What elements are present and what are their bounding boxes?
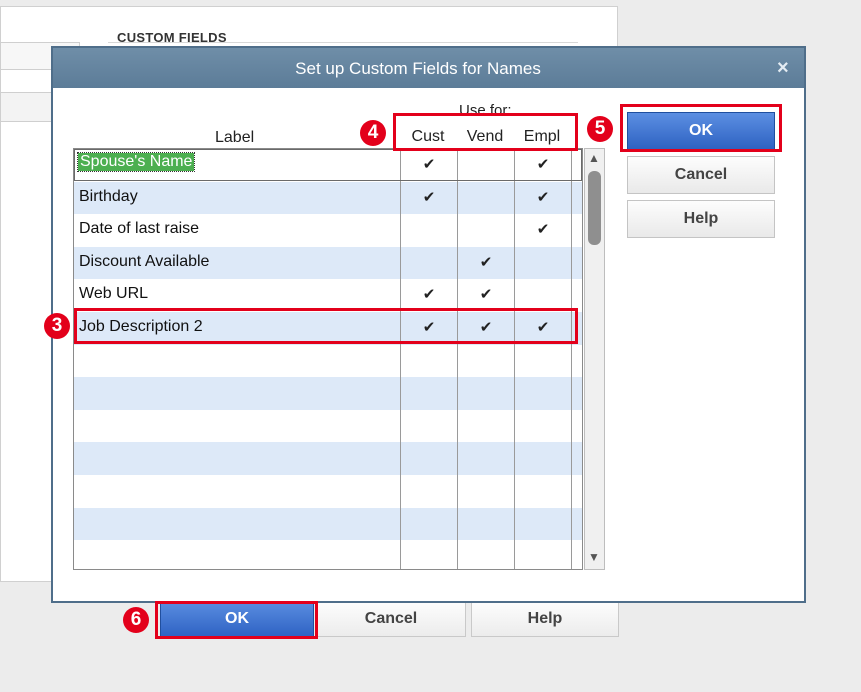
table-row[interactable] <box>74 507 582 541</box>
table-row[interactable] <box>74 442 582 475</box>
cust-checkbox[interactable]: ✔ <box>401 318 457 336</box>
empl-column-header: Empl <box>523 128 561 145</box>
step-badge-3: 3 <box>44 313 70 339</box>
table-row[interactable] <box>74 475 582 508</box>
cust-checkbox[interactable]: ✔ <box>401 285 457 303</box>
label-cell[interactable]: Discount Available <box>79 253 209 271</box>
step-badge-4: 4 <box>360 120 386 146</box>
table-row[interactable] <box>74 540 582 569</box>
custom-fields-table: Spouse's Name ✔ ✔ Birthday ✔ ✔ Date of last ra… <box>73 148 583 570</box>
help-button[interactable]: Help <box>627 200 775 238</box>
background-cancel-button[interactable]: Cancel <box>316 601 466 637</box>
empl-checkbox[interactable]: ✔ <box>515 155 571 173</box>
table-row[interactable]: Job Description 2 ✔ ✔ ✔ <box>74 312 582 345</box>
table-row[interactable]: Spouse's Name ✔ ✔ <box>74 149 582 182</box>
ok-button[interactable]: OK <box>627 112 775 150</box>
column-divider <box>400 149 401 569</box>
cust-checkbox[interactable]: ✔ <box>401 188 457 206</box>
table-row[interactable]: Web URL ✔ ✔ <box>74 279 582 312</box>
cancel-button[interactable]: Cancel <box>627 156 775 194</box>
empl-checkbox[interactable]: ✔ <box>515 188 571 206</box>
label-cell[interactable]: Date of last raise <box>79 220 199 238</box>
label-cell-editing[interactable]: Spouse's Name <box>76 152 196 172</box>
column-divider <box>514 149 515 569</box>
scroll-up-icon[interactable]: ▲ <box>588 151 600 165</box>
label-column-header: Label <box>215 129 255 146</box>
step-badge-5: 5 <box>587 116 613 142</box>
close-icon[interactable]: × <box>777 57 789 80</box>
step-badge-6: 6 <box>123 607 149 633</box>
label-cell[interactable]: Birthday <box>79 188 138 206</box>
table-scrollbar[interactable]: ▲ ▼ <box>584 148 605 570</box>
vend-checkbox[interactable]: ✔ <box>458 285 514 303</box>
table-row[interactable]: Birthday ✔ ✔ <box>74 181 582 215</box>
background-ok-button[interactable]: OK <box>160 601 314 637</box>
background-help-button[interactable]: Help <box>471 601 619 637</box>
table-row[interactable]: Date of last raise ✔ <box>74 214 582 247</box>
label-cell[interactable]: Web URL <box>79 285 148 303</box>
use-for-label: Use for: <box>459 102 512 119</box>
vend-checkbox[interactable]: ✔ <box>458 253 514 271</box>
table-row[interactable] <box>74 377 582 410</box>
empl-checkbox[interactable]: ✔ <box>515 220 571 238</box>
scroll-thumb[interactable] <box>588 171 601 245</box>
dialog-title: Set up Custom Fields for Names <box>295 59 541 78</box>
table-row[interactable] <box>74 345 582 378</box>
cust-column-header: Cust <box>411 128 445 145</box>
table-row[interactable]: Discount Available ✔ <box>74 246 582 280</box>
custom-fields-dialog: Set up Custom Fields for Names × Use for… <box>51 46 806 603</box>
vend-column-header: Vend <box>466 128 504 145</box>
dialog-titlebar: Set up Custom Fields for Names × <box>53 48 804 88</box>
vend-checkbox[interactable]: ✔ <box>458 318 514 336</box>
cust-checkbox[interactable]: ✔ <box>401 155 457 173</box>
label-cell[interactable]: Job Description 2 <box>79 318 203 336</box>
table-row[interactable] <box>74 410 582 443</box>
column-divider <box>457 149 458 569</box>
scroll-down-icon[interactable]: ▼ <box>588 550 600 564</box>
custom-fields-heading: CUSTOM FIELDS <box>117 30 227 45</box>
empl-checkbox[interactable]: ✔ <box>515 318 571 336</box>
column-divider <box>571 149 572 569</box>
